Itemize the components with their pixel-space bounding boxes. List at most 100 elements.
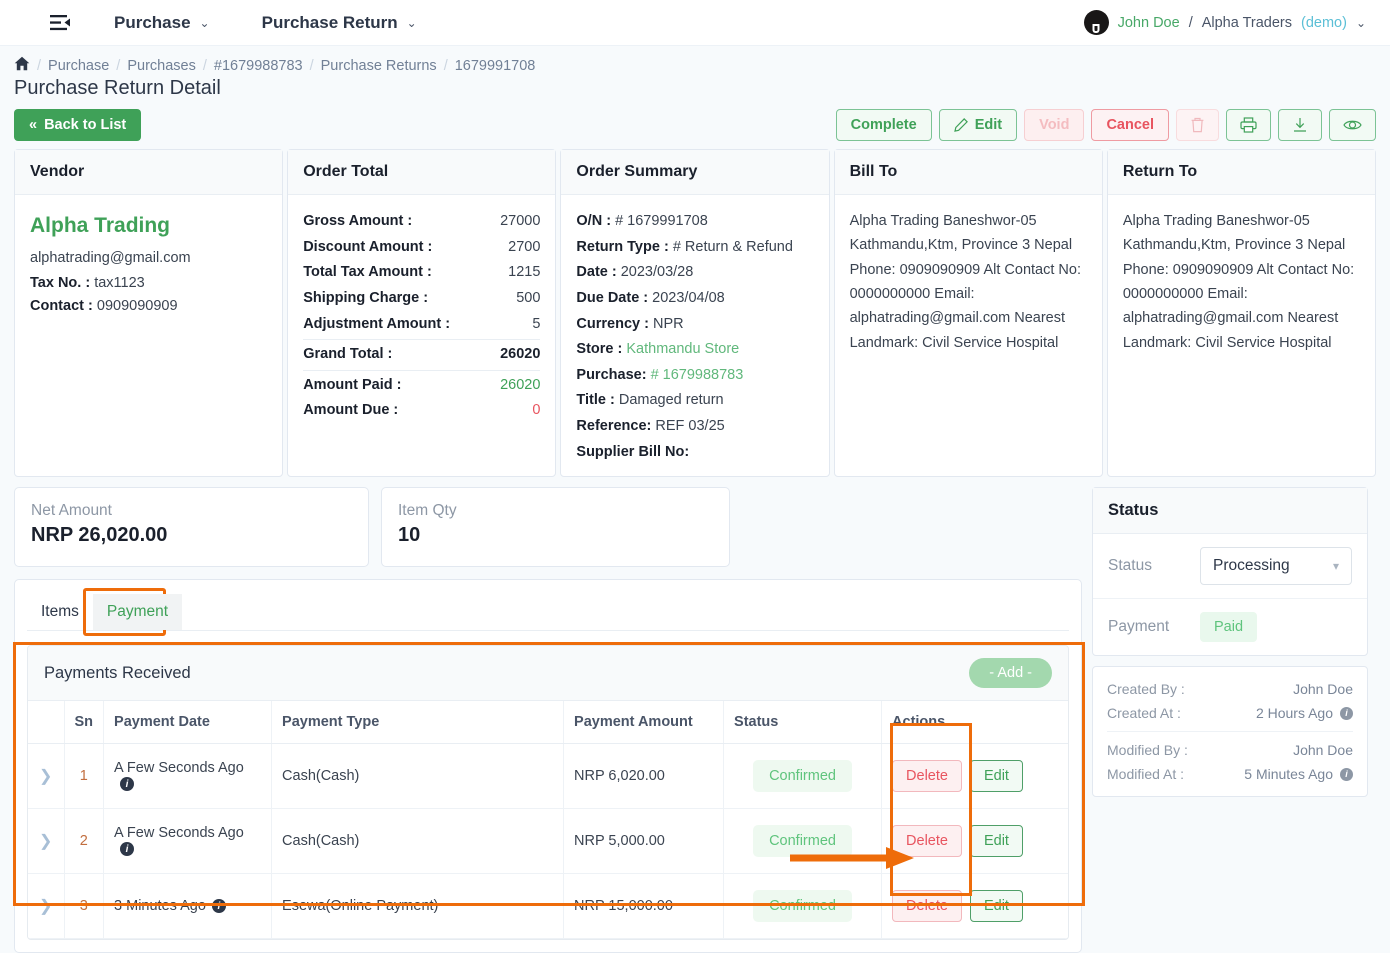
edit-button[interactable]: Edit <box>938 109 1018 141</box>
delete-payment-button[interactable]: Delete <box>892 890 962 922</box>
net-amount-card: Net Amount NRP 26,020.00 <box>14 487 369 567</box>
user-separator: / <box>1188 14 1193 31</box>
home-icon[interactable] <box>14 56 30 75</box>
breadcrumb-item-purchases[interactable]: Purchases <box>127 58 196 74</box>
chevron-down-icon: ⌄ <box>1355 15 1366 30</box>
cancel-button[interactable]: Cancel <box>1091 109 1169 141</box>
meta-row-modified-at: Modified At : 5 Minutes Ago i <box>1107 762 1353 786</box>
info-icon[interactable]: i <box>1340 767 1353 781</box>
row-payment-amount: NRP 5,000.00 <box>574 833 665 849</box>
demo-badge: (demo) <box>1301 14 1347 31</box>
expand-row-icon[interactable]: ❯ <box>39 898 52 915</box>
delete-payment-button[interactable]: Delete <box>892 825 962 857</box>
order-total-label: Shipping Charge : <box>303 289 429 306</box>
bill-to-heading: Bill To <box>834 150 1102 195</box>
tab-items[interactable]: Items <box>27 594 93 630</box>
tab-panel: Items Payment Payments Received - Add - … <box>13 579 1085 953</box>
status-select-value: Processing <box>1213 557 1290 574</box>
order-summary-row: Store : Kathmandu Store <box>576 337 813 363</box>
edit-payment-button[interactable]: Edit <box>969 825 1023 857</box>
page-title: Purchase Return Detail <box>14 77 221 99</box>
column-expand <box>28 701 65 744</box>
modified-at-label: Modified At : <box>1107 766 1185 782</box>
edit-payment-button[interactable]: Edit <box>969 890 1023 922</box>
avatar <box>1083 10 1109 35</box>
order-summary-row: Reference: REF 03/25 <box>576 414 813 440</box>
order-summary-value: REF 03/25 <box>655 418 725 434</box>
order-summary-row: Supplier Bill No: <box>576 440 813 466</box>
vendor-email: alphatrading@gmail.com <box>30 250 191 267</box>
payment-status-badge: Paid <box>1200 612 1258 642</box>
info-icon[interactable]: i <box>1340 706 1353 720</box>
bill-to-address: Alpha Trading Baneshwor-05 Kathmandu,Ktm… <box>849 213 1081 351</box>
user-menu[interactable]: John Doe / Alpha Traders (demo) ⌄ <box>1083 10 1376 35</box>
order-summary-row: Purchase: # 1679988783 <box>576 363 813 389</box>
column-payment-type: Payment Type <box>271 701 565 744</box>
order-total-label: Adjustment Amount : <box>303 315 451 332</box>
column-payment-amount: Payment Amount <box>563 701 725 744</box>
edit-payment-button[interactable]: Edit <box>969 760 1023 792</box>
return-to-heading: Return To <box>1107 150 1376 195</box>
info-icon[interactable]: i <box>120 842 135 857</box>
order-summary-value: 2023/04/08 <box>652 289 725 306</box>
return-to-address: Alpha Trading Baneshwor-05 Kathmandu,Ktm… <box>1122 213 1355 351</box>
status-sidebar: Status Status Processing ▾ Payment Paid … <box>1092 487 1368 797</box>
status-badge: Confirmed <box>753 760 852 792</box>
payments-table-body: ❯ 1 A Few Seconds Agoi Cash(Cash) NRP 6,020.… <box>28 743 1068 939</box>
add-payment-button[interactable]: - Add - <box>969 658 1052 688</box>
download-button[interactable] <box>1278 109 1322 141</box>
order-summary-value[interactable]: Kathmandu Store <box>626 341 739 357</box>
breadcrumb-item-purchase[interactable]: Purchase <box>48 58 109 74</box>
vendor-tax-value: tax1123 <box>94 274 145 291</box>
nav-item-purchase[interactable]: Purchase ⌄ <box>114 13 210 33</box>
order-total-row: Total Tax Amount : 1215 <box>303 260 540 286</box>
meta-group-modified: Modified By : John Doe Modified At : 5 M… <box>1107 731 1353 792</box>
order-total-value: 0 <box>532 402 541 419</box>
meta-row-created-at: Created At : 2 Hours Ago i <box>1107 701 1353 725</box>
view-button[interactable] <box>1329 109 1376 141</box>
breadcrumb-separator: / <box>309 57 314 74</box>
order-total-card: Order Total Gross Amount :27000 Discount … <box>287 149 557 477</box>
table-row: ❯ 3 3 Minutes Ago i Esewa(Online Payment) NRP… <box>28 873 1068 939</box>
vendor-card-heading: Vendor <box>15 150 283 195</box>
print-button[interactable] <box>1226 109 1271 141</box>
order-summary-value: # Return & Refund <box>672 238 793 255</box>
status-panel: Status Status Processing ▾ Payment Paid <box>1092 487 1368 656</box>
order-summary-row: Date : 2023/03/28 <box>576 260 813 286</box>
delete-button <box>1176 109 1219 141</box>
order-total-value: 26020 <box>500 376 541 393</box>
table-header-row: Sn Payment Date Payment Type Payment Amo… <box>28 701 1068 744</box>
column-status: Status <box>723 701 883 744</box>
order-summary-value[interactable]: # 1679988783 <box>651 367 744 383</box>
pencil-icon <box>953 118 968 132</box>
status-select[interactable]: Processing ▾ <box>1200 547 1352 585</box>
delete-payment-button[interactable]: Delete <box>892 760 962 792</box>
tab-payment[interactable]: Payment <box>92 594 183 630</box>
breadcrumb-item-return-number[interactable]: 1679991708 <box>455 58 536 74</box>
order-summary-row: Due Date : 2023/04/08 <box>576 286 813 312</box>
back-to-list-button[interactable]: « Back to List <box>14 109 142 141</box>
status-panel-heading: Status <box>1093 488 1367 534</box>
order-summary-label: Purchase: <box>576 366 647 383</box>
expand-row-icon[interactable]: ❯ <box>39 833 52 850</box>
payment-status-row: Payment Paid <box>1093 599 1367 655</box>
order-total-rows: Gross Amount :27000 Discount Amount :2700… <box>288 195 555 438</box>
expand-row-icon[interactable]: ❯ <box>39 768 52 785</box>
breadcrumb-item-order-number[interactable]: #1679988783 <box>214 58 303 74</box>
summary-cards: Vendor Alpha Trading alphatrading@gmail.… <box>0 145 1390 477</box>
order-total-label: Grand Total : <box>303 346 393 363</box>
complete-button[interactable]: Complete <box>835 109 932 141</box>
chevron-left-double-icon: « <box>29 117 38 133</box>
modified-at-value: 5 Minutes Ago <box>1244 766 1333 782</box>
order-total-value: 2700 <box>508 238 541 255</box>
breadcrumb-item-purchase-returns[interactable]: Purchase Returns <box>321 58 437 74</box>
order-summary-label: Supplier Bill No: <box>576 443 690 460</box>
nav-item-purchase-return[interactable]: Purchase Return ⌄ <box>262 13 417 33</box>
order-total-row: Discount Amount : 2700 <box>303 235 540 261</box>
info-icon[interactable]: i <box>120 777 135 792</box>
order-summary-value: 2023/03/28 <box>620 264 694 281</box>
status-field-label: Status <box>1108 557 1152 574</box>
info-icon[interactable]: i <box>211 899 226 914</box>
order-summary-label: Title : <box>576 392 615 409</box>
menu-collapse-icon[interactable] <box>40 8 80 38</box>
